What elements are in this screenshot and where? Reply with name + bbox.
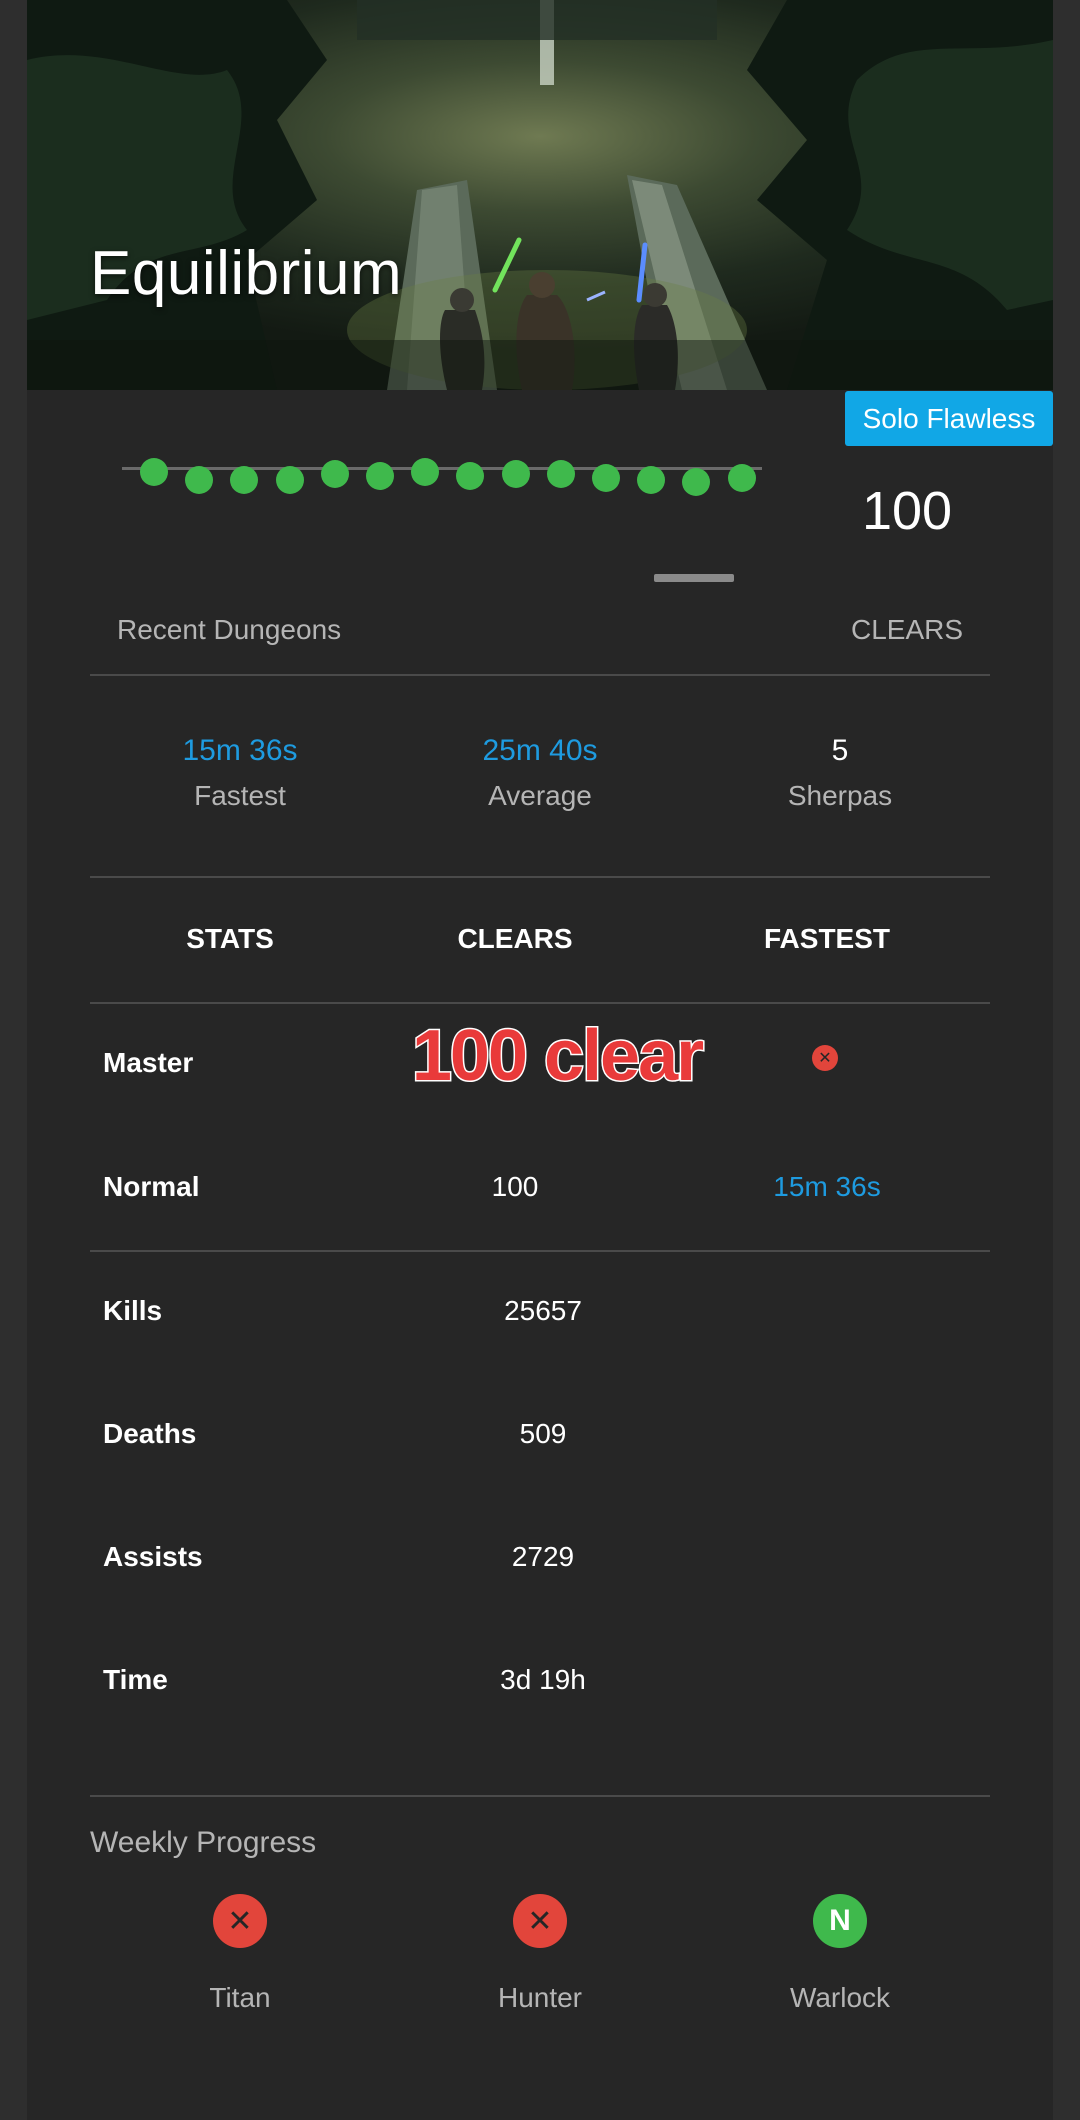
divider [90, 1002, 990, 1004]
hero-banner: Equilibrium [27, 0, 1053, 390]
dungeon-title: Equilibrium [90, 239, 403, 308]
recent-dungeons-label: Recent Dungeons [117, 614, 342, 645]
sherpas-value: 5 [831, 734, 849, 767]
weekly-progress-title: Weekly Progress [90, 1826, 317, 1859]
hunter-status-icon: ✕ [513, 1894, 567, 1948]
solo-flawless-badge[interactable]: Solo Flawless [845, 391, 1053, 446]
recent-dungeon-dot[interactable] [501, 460, 530, 488]
summary-sherpas: 5 Sherpas [690, 734, 990, 812]
recent-dungeon-dot[interactable] [456, 462, 485, 490]
clears-label: CLEARS [850, 614, 964, 645]
average-label: Average [488, 780, 592, 811]
time-label: Time [103, 1664, 168, 1695]
deaths-label: Deaths [103, 1418, 197, 1449]
recent-dungeon-dot[interactable] [275, 466, 304, 494]
kills-value: 25657 [504, 1295, 582, 1326]
dots-track [122, 467, 762, 470]
dungeon-card: Equilibrium Solo Flawless 100 Recent Dun… [27, 0, 1053, 2120]
kills-label: Kills [103, 1295, 163, 1326]
overlay-caption: 100 clear [410, 1015, 705, 1098]
deaths-value: 509 [519, 1418, 567, 1449]
fastest-label: Fastest [194, 780, 286, 811]
recent-dungeon-dot[interactable] [320, 460, 349, 488]
recent-dungeon-dot[interactable] [637, 466, 666, 494]
time-value: 3d 19h [500, 1664, 586, 1695]
summary-fastest: 15m 36s Fastest [90, 734, 390, 812]
warlock-label: Warlock [789, 1982, 891, 2013]
titan-status-icon: ✕ [213, 1894, 267, 1948]
hunter-label: Hunter [497, 1982, 583, 2013]
normal-clears: 100 [491, 1171, 539, 1202]
recent-dungeon-dot[interactable] [230, 466, 259, 494]
recent-dungeon-dot[interactable] [546, 460, 575, 488]
recent-dungeon-dot[interactable] [185, 466, 214, 494]
recent-dungeon-dot[interactable] [366, 462, 394, 490]
header-fastest: FASTEST [763, 923, 890, 954]
header-stats: STATS [186, 923, 274, 954]
master-fail-icon: ✕ [812, 1045, 838, 1071]
recent-dungeon-dot[interactable] [727, 464, 756, 492]
assists-label: Assists [103, 1541, 203, 1572]
normal-fastest: 15m 36s [773, 1171, 881, 1202]
assists-value: 2729 [511, 1541, 575, 1572]
summary-average: 25m 40s Average [390, 734, 690, 812]
recent-dungeon-dot[interactable] [411, 458, 440, 486]
fastest-value: 15m 36s [182, 734, 298, 767]
clears-count: 100 [861, 481, 953, 541]
titan-label: Titan [209, 1982, 271, 2013]
row-normal-label: Normal [103, 1171, 200, 1202]
divider [90, 876, 990, 878]
divider [90, 1795, 990, 1797]
row-master-label: Master [103, 1047, 194, 1078]
recent-scroll-indicator[interactable] [654, 574, 734, 582]
divider [90, 1250, 990, 1252]
recent-dungeon-dot[interactable] [140, 458, 168, 486]
header-clears: CLEARS [457, 923, 573, 954]
warlock-status-icon: N [813, 1894, 867, 1948]
hero-artwork [27, 0, 1053, 390]
recent-dungeon-dot[interactable] [592, 464, 620, 492]
recent-dungeon-dot[interactable] [682, 468, 711, 496]
average-value: 25m 40s [482, 734, 598, 767]
divider [90, 674, 990, 676]
sherpas-label: Sherpas [787, 780, 893, 811]
